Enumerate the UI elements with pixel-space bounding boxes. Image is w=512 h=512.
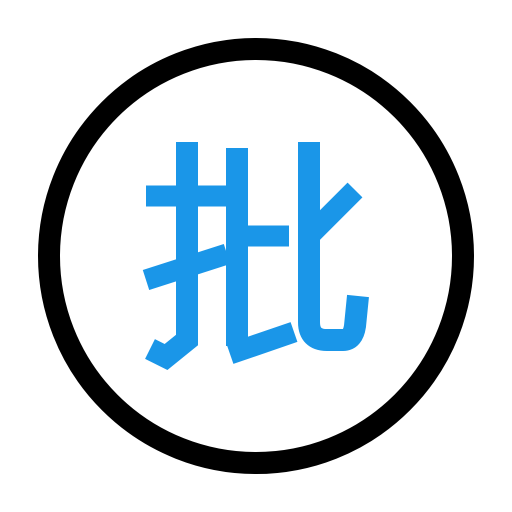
pi-character-glyph (142, 142, 369, 371)
approve-badge-icon (0, 0, 512, 512)
